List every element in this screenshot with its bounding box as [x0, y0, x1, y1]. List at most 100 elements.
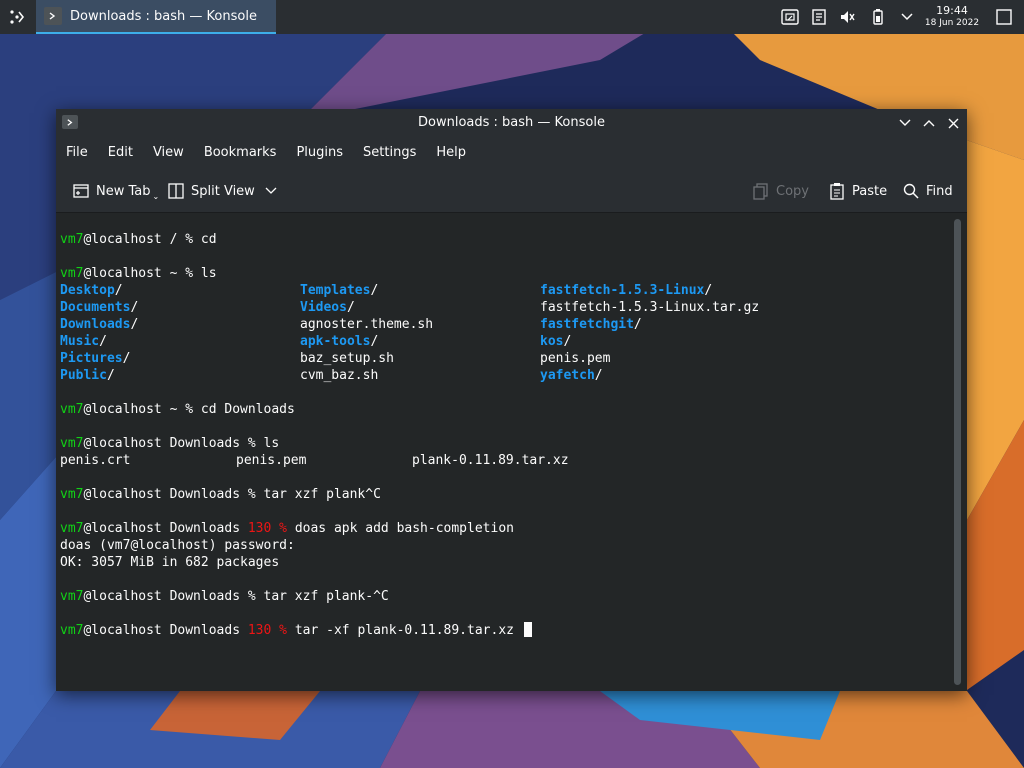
- digital-clock[interactable]: 19:44 18 Jun 2022: [922, 5, 982, 29]
- menu-help[interactable]: Help: [426, 137, 476, 169]
- dir-slash: /: [346, 300, 355, 315]
- menu-edit[interactable]: Edit: [98, 137, 143, 169]
- new-tab-label: New Tab: [96, 183, 151, 199]
- command-text: cd Downloads: [200, 402, 295, 417]
- dir-slash: /: [122, 351, 131, 366]
- new-tab-dropdown-icon[interactable]: ⌄: [153, 192, 160, 201]
- prompt-host: @localhost Downloads: [83, 521, 248, 536]
- prompt-host: @localhost Downloads %: [83, 487, 264, 502]
- dir-slash: /: [114, 283, 123, 298]
- terminal-line: vm7@localhost Downloads % tar xzf plank^…: [60, 486, 532, 503]
- menu-settings[interactable]: Settings: [353, 137, 426, 169]
- dir-entry: apk-tools: [300, 334, 371, 349]
- application-launcher-icon[interactable]: [0, 0, 34, 34]
- search-icon: [903, 183, 919, 199]
- output-line: OK: 3057 MiB in 682 packages: [60, 555, 280, 570]
- split-view-button[interactable]: Split View: [167, 179, 283, 203]
- prompt-user: vm7: [60, 232, 84, 247]
- maximize-button[interactable]: [919, 113, 939, 133]
- terminal-line: vm7@localhost Downloads 130 % tar -xf pl…: [60, 622, 532, 639]
- dir-entry: kos: [540, 334, 564, 349]
- paste-label: Paste: [852, 183, 888, 199]
- copy-label: Copy: [776, 183, 809, 199]
- top-panel: Downloads : bash — Konsole 19:44 18 Jun …: [0, 0, 1024, 34]
- split-view-label: Split View: [191, 183, 255, 199]
- ls-row: Documents/ Videos/ fastfetch-1.5.3-Linux…: [60, 299, 759, 316]
- dir-entry: Public: [60, 368, 107, 383]
- task-title: Downloads : bash — Konsole: [70, 8, 257, 24]
- terminal-output: vm7@localhost / % cd vm7@localhost ~ % l…: [60, 231, 759, 639]
- command-text: tar -xf plank-0.11.89.tar.xz: [287, 623, 522, 638]
- show-desktop-icon[interactable]: [992, 0, 1016, 34]
- terminal-line: vm7@localhost / % cd: [60, 231, 532, 248]
- ls-row: Public/ cvm_baz.sh yafetch/: [60, 367, 603, 384]
- notes-icon[interactable]: [808, 0, 830, 34]
- dir-slash: /: [594, 368, 603, 383]
- terminal-scrollbar[interactable]: [949, 213, 967, 691]
- minimize-button[interactable]: [895, 113, 915, 133]
- prompt-user: vm7: [60, 487, 84, 502]
- file-entry: agnoster.theme.sh: [300, 317, 434, 332]
- ls-row: penis.crt penis.pem plank-0.11.89.tar.xz: [60, 452, 569, 469]
- dir-entry: Downloads: [60, 317, 131, 332]
- menu-view[interactable]: View: [143, 137, 194, 169]
- ls-row: Downloads/ agnoster.theme.sh fastfetchgi…: [60, 316, 642, 333]
- ls-row: Desktop/ Templates/ fastfetch-1.5.3-Linu…: [60, 282, 712, 299]
- paste-button[interactable]: Paste: [828, 179, 887, 203]
- prompt-user: vm7: [60, 521, 84, 536]
- volume-muted-icon[interactable]: [836, 0, 858, 34]
- prompt-host: @localhost Downloads: [83, 623, 248, 638]
- output-line: doas (vm7@localhost) password:: [60, 538, 295, 553]
- command-text: tar xzf plank^C: [263, 487, 381, 502]
- ls-row: Music/ apk-tools/ kos/: [60, 333, 571, 350]
- battery-icon[interactable]: [868, 0, 888, 34]
- dir-entry: Desktop: [60, 283, 115, 298]
- konsole-icon: [44, 7, 62, 25]
- dir-entry: Pictures: [60, 351, 123, 366]
- dir-entry: Music: [60, 334, 100, 349]
- clock-date: 18 Jun 2022: [924, 18, 980, 28]
- copy-button[interactable]: Copy: [752, 179, 809, 203]
- file-entry: baz_setup.sh: [300, 351, 394, 366]
- prompt-host: @localhost Downloads %: [83, 589, 264, 604]
- dir-slash: /: [563, 334, 572, 349]
- close-button[interactable]: [943, 113, 963, 133]
- new-tab-button[interactable]: New Tab ⌄: [72, 179, 159, 203]
- file-entry: fastfetch-1.5.3-Linux.tar.gz: [540, 300, 760, 315]
- dir-slash: /: [370, 283, 379, 298]
- menu-plugins[interactable]: Plugins: [286, 137, 353, 169]
- find-button[interactable]: Find: [902, 179, 953, 203]
- dir-entry: Documents: [60, 300, 131, 315]
- dir-slash: /: [130, 317, 139, 332]
- prompt-host: @localhost ~ %: [83, 402, 201, 417]
- dir-entry: fastfetchgit: [540, 317, 634, 332]
- terminal-view[interactable]: vm7@localhost / % cd vm7@localhost ~ % l…: [56, 213, 949, 691]
- dir-entry: fastfetch-1.5.3-Linux: [540, 283, 705, 298]
- prompt-host: @localhost / %: [83, 232, 201, 247]
- terminal-line: vm7@localhost Downloads % ls: [60, 435, 532, 452]
- menu-file[interactable]: File: [56, 137, 98, 169]
- scrollbar-thumb[interactable]: [954, 219, 961, 685]
- dir-slash: /: [704, 283, 713, 298]
- window-titlebar[interactable]: Downloads : bash — Konsole: [56, 109, 967, 137]
- clipboard-icon[interactable]: [778, 0, 802, 34]
- expand-tray-icon[interactable]: [896, 0, 918, 34]
- command-text: ls: [200, 266, 217, 281]
- menu-bookmarks[interactable]: Bookmarks: [194, 137, 287, 169]
- taskbar-konsole-task[interactable]: Downloads : bash — Konsole: [36, 0, 276, 34]
- prompt-host: @localhost ~ %: [83, 266, 201, 281]
- menu-bar: File Edit View Bookmarks Plugins Setting…: [56, 137, 967, 169]
- prompt-user: vm7: [60, 436, 84, 451]
- command-text: cd: [200, 232, 217, 247]
- find-label: Find: [926, 183, 953, 199]
- file-entry: plank-0.11.89.tar.xz: [412, 453, 569, 468]
- dir-entry: yafetch: [540, 368, 595, 383]
- split-view-icon: [168, 183, 184, 199]
- file-entry: penis.pem: [236, 453, 307, 468]
- dir-entry: Videos: [300, 300, 347, 315]
- dir-entry: Templates: [300, 283, 371, 298]
- file-entry: penis.crt: [60, 453, 131, 468]
- file-entry: cvm_baz.sh: [300, 368, 379, 383]
- dir-slash: /: [633, 317, 642, 332]
- copy-icon: [753, 183, 768, 200]
